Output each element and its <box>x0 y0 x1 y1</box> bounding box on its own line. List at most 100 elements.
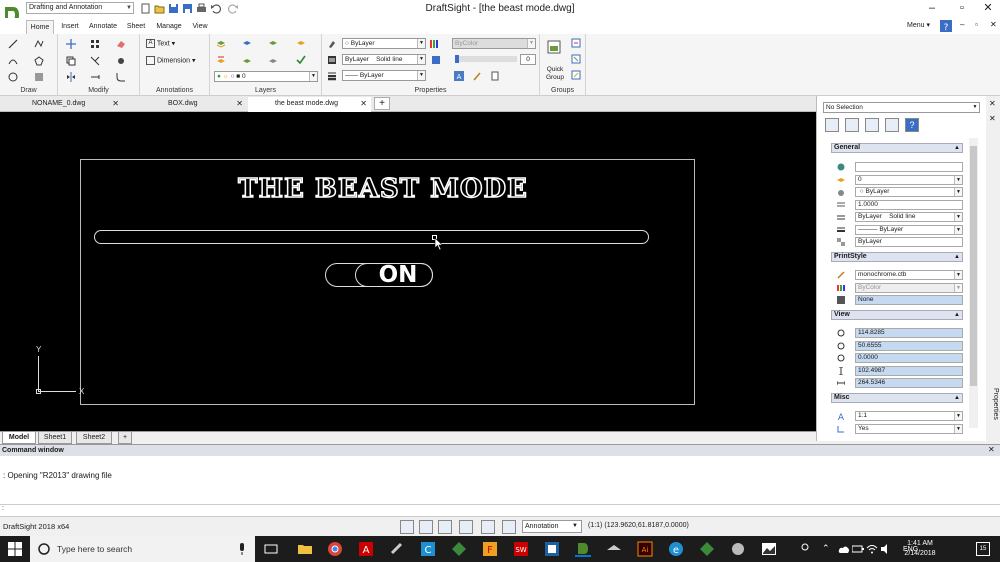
select-objects-button[interactable] <box>845 118 859 132</box>
windows-start-icon[interactable] <box>8 542 22 556</box>
copy-icon[interactable] <box>66 56 76 66</box>
group-manager-icon[interactable] <box>571 38 581 48</box>
esnap-toggle-button[interactable] <box>481 520 495 534</box>
minimize-button[interactable]: – <box>920 1 944 15</box>
prop-center-y[interactable]: 50.6555 <box>855 341 963 351</box>
microphone-icon[interactable] <box>238 543 246 555</box>
ribbon-restore-button[interactable]: ▫ <box>975 20 978 29</box>
quick-select-button[interactable] <box>865 118 879 132</box>
close-icon[interactable]: ✕ <box>112 97 119 111</box>
notification-center-icon[interactable]: 15 <box>976 542 990 556</box>
app-diamond2-icon[interactable] <box>699 541 715 557</box>
prop-linescale[interactable]: 1.0000 <box>855 200 963 210</box>
view-section-header[interactable]: View ▲ <box>831 310 963 320</box>
general-section-header[interactable]: General ▲ <box>831 143 963 153</box>
properties-help-icon[interactable]: ? <box>905 118 919 132</box>
layer-previous-icon[interactable] <box>268 39 278 49</box>
circle-icon[interactable] <box>8 72 18 82</box>
doc-tab-box[interactable]: BOX.dwg ✕ <box>124 97 247 112</box>
panel-pin-icon[interactable]: ✕ <box>989 114 996 123</box>
ungroup-icon[interactable] <box>571 54 581 64</box>
doc-tab-noname[interactable]: NONAME_0.dwg ✕ <box>0 97 123 112</box>
prop-annotation-scale[interactable]: 1:1 ▼ <box>855 411 963 421</box>
printstyle-section-header[interactable]: PrintStyle ▲ <box>831 252 963 262</box>
doc-tab-beast-mode[interactable]: the beast mode.dwg ✕ <box>248 97 371 112</box>
cloud-icon[interactable] <box>838 544 850 554</box>
taskbar-search[interactable]: Type here to search <box>30 536 255 562</box>
erase-icon[interactable] <box>116 39 126 49</box>
edge-icon[interactable]: e <box>668 541 684 557</box>
tab-insert[interactable]: Insert <box>56 20 84 34</box>
transparency-input[interactable]: 0 <box>520 54 536 65</box>
sheet-tab-sheet1[interactable]: Sheet1 <box>38 432 72 444</box>
quick-group-icon[interactable] <box>547 40 561 54</box>
chrome-icon[interactable] <box>327 541 343 557</box>
properties-panel-tab[interactable]: Properties <box>985 388 999 428</box>
tab-view[interactable]: View <box>188 20 212 34</box>
grid-toggle-button[interactable] <box>419 520 433 534</box>
menu-button[interactable]: Menu ▾ <box>907 21 930 29</box>
task-view-icon[interactable] <box>263 541 279 557</box>
cursor-mode-button[interactable] <box>400 520 414 534</box>
wifi-icon[interactable] <box>866 544 878 554</box>
collapse-icon[interactable]: ▲ <box>954 394 960 402</box>
stretch-icon[interactable] <box>90 72 100 82</box>
acrobat-icon[interactable]: A <box>358 541 374 557</box>
drawing-canvas[interactable]: THE BEAST MODE ON Y X <box>0 112 816 432</box>
prop-ucs-icon[interactable]: Yes ▼ <box>855 424 963 434</box>
layer-manager-icon[interactable] <box>216 39 226 49</box>
collapse-icon[interactable]: ▲ <box>954 253 960 261</box>
explode-icon[interactable] <box>116 56 126 66</box>
prop-layer[interactable]: 0 ▼ <box>855 175 963 185</box>
properties-scroll-thumb[interactable] <box>970 146 977 386</box>
ortho-toggle-button[interactable] <box>459 520 473 534</box>
tray-chevron-up-icon[interactable]: ⌃ <box>822 543 830 554</box>
layer-select[interactable]: ● ☼ ○ ■ 0 ▼ <box>214 71 318 82</box>
move-icon[interactable] <box>66 39 76 49</box>
layer-match-icon[interactable] <box>216 55 226 65</box>
document-icon[interactable] <box>490 71 500 81</box>
draftsight-taskbar-icon[interactable] <box>575 541 591 557</box>
sheet-tab-sheet2[interactable]: Sheet2 <box>76 432 112 444</box>
text-button[interactable]: A Text ▾ <box>146 39 175 48</box>
people-icon[interactable] <box>797 541 813 557</box>
panel-close-icon[interactable]: ✕ <box>989 99 996 108</box>
lightbulb-icon[interactable] <box>885 118 899 132</box>
color-select[interactable]: ○ ByLayer ▼ <box>342 38 426 49</box>
lineweight-icon[interactable] <box>327 71 337 81</box>
help-icon[interactable]: ? <box>940 20 952 32</box>
selection-dropdown[interactable]: No Selection ▼ <box>823 102 980 113</box>
mirror-icon[interactable] <box>66 72 76 82</box>
snap-toggle-button[interactable] <box>438 520 452 534</box>
tab-manage[interactable]: Manage <box>152 20 186 34</box>
volume-icon[interactable] <box>880 544 892 554</box>
close-icon[interactable]: ✕ <box>236 97 243 111</box>
polygon-icon[interactable] <box>34 56 44 66</box>
tab-sheet[interactable]: Sheet <box>122 20 150 34</box>
command-close-icon[interactable]: ✕ <box>988 445 995 454</box>
transparency-slider[interactable] <box>455 55 517 63</box>
annotation-select[interactable]: Annotation ▼ <box>522 520 582 533</box>
printstyle-select[interactable]: ByColor ▼ <box>452 38 536 49</box>
collapse-icon[interactable]: ▲ <box>954 144 960 152</box>
dimension-button[interactable]: Dimension ▾ <box>146 56 196 65</box>
toggle-pickadd-button[interactable] <box>825 118 839 132</box>
prop-linecolor[interactable]: ○ ByLayer ▼ <box>855 187 963 197</box>
prop-linestyle[interactable]: ByLayer Solid line ▼ <box>855 212 963 222</box>
linestyle-select[interactable]: ByLayer Solid line ▼ <box>342 54 426 65</box>
array-icon[interactable] <box>90 39 100 49</box>
display-lineweight-icon[interactable]: A <box>454 71 464 81</box>
illustrator-icon[interactable]: Ai <box>637 541 653 557</box>
polyline-icon[interactable] <box>34 39 44 49</box>
hatch-icon[interactable] <box>34 72 44 82</box>
tab-annotate[interactable]: Annotate <box>86 20 120 34</box>
pencil-icon[interactable] <box>472 71 482 81</box>
solidworks-icon[interactable]: SW <box>513 541 529 557</box>
layer-lock-icon[interactable] <box>242 55 252 65</box>
prop-center-x[interactable]: 114.8285 <box>855 328 963 338</box>
layer-freeze-icon[interactable] <box>268 55 278 65</box>
line-icon[interactable] <box>8 39 18 49</box>
sheet-tab-model[interactable]: Model <box>2 432 36 444</box>
app-hat-icon[interactable] <box>606 541 622 557</box>
app-diamond-icon[interactable] <box>451 541 467 557</box>
